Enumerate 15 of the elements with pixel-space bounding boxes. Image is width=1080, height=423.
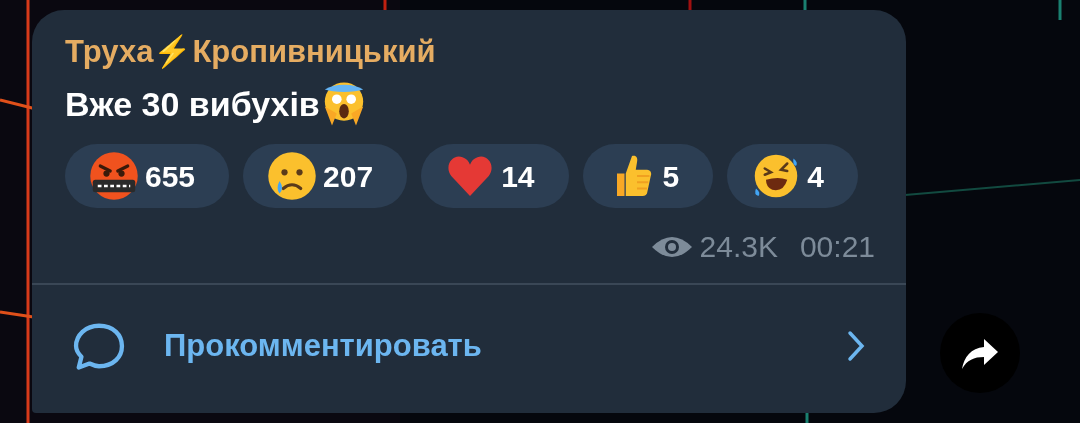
comment-label: Прокомментировать (164, 326, 483, 365)
reaction-chip[interactable]: 4 (727, 144, 858, 208)
reaction-chip[interactable]: 14 (421, 144, 569, 208)
reaction-chip[interactable]: 5 (582, 144, 714, 208)
cursing-face-icon (89, 151, 139, 201)
message-time: 00:21 (799, 229, 875, 265)
view-count: 24.3K (699, 229, 778, 265)
crying-face-icon (267, 151, 318, 201)
comment-row[interactable]: Прокомментировать (32, 285, 906, 413)
reaction-chip[interactable]: 655 (65, 144, 230, 208)
reaction-chip[interactable]: 207 (243, 144, 408, 208)
message-text: Вже 30 вибухів (65, 84, 320, 125)
chevron-right-icon (846, 330, 866, 362)
eye-icon (651, 234, 692, 259)
author-name: Труха⚡Кропивницький (65, 33, 437, 71)
